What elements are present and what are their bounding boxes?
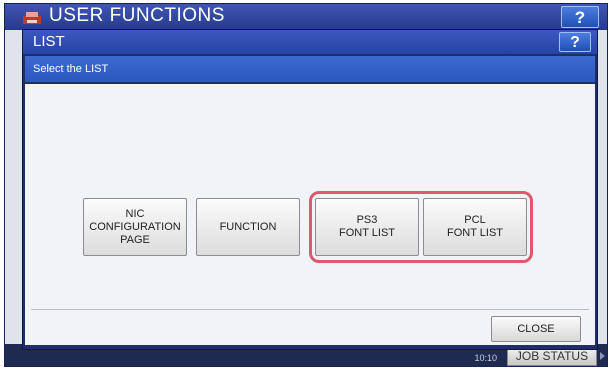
clock-time: 10:10 <box>474 353 497 363</box>
dialog-help-button[interactable]: ? <box>559 32 591 52</box>
function-list-label: FUNCTION <box>219 220 277 233</box>
background-title: USER FUNCTIONS <box>49 5 225 26</box>
ps3-font-list-button[interactable]: PS3 FONT LIST <box>315 198 419 256</box>
list-dialog: LIST ? Select the LIST NIC CONFIGURATION… <box>22 29 598 350</box>
ps3-font-list-label: PS3 FONT LIST <box>338 214 396 239</box>
dialog-prompt: Select the LIST <box>25 56 595 82</box>
printer-logo-icon <box>23 12 41 24</box>
pcl-font-list-button[interactable]: PCL FONT LIST <box>423 198 527 256</box>
nic-configuration-page-label: NIC CONFIGURATION PAGE <box>89 207 181 246</box>
dialog-title-bar: LIST ? <box>23 30 597 54</box>
nic-configuration-page-button[interactable]: NIC CONFIGURATION PAGE <box>83 198 187 256</box>
background-help-button[interactable]: ? <box>561 6 599 28</box>
scroll-right-arrow-icon[interactable] <box>600 352 605 360</box>
function-list-button[interactable]: FUNCTION <box>196 198 300 256</box>
dialog-title: LIST <box>33 33 65 50</box>
dialog-divider <box>31 309 589 310</box>
dialog-content: NIC CONFIGURATION PAGE FUNCTION PS3 FONT… <box>25 84 595 345</box>
background-title-bar: USER FUNCTIONS ? <box>5 4 607 30</box>
close-button[interactable]: CLOSE <box>491 316 581 342</box>
pcl-font-list-label: PCL FONT LIST <box>446 214 504 239</box>
